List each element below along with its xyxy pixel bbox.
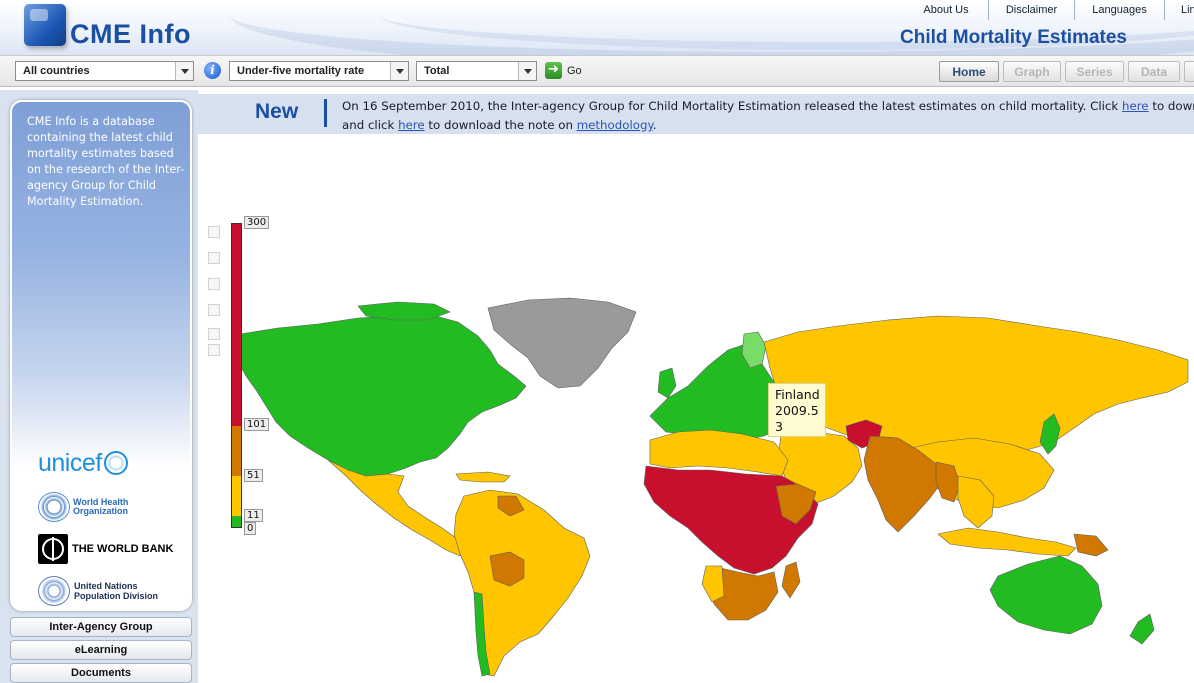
news-line2-text: and click xyxy=(342,118,399,132)
legend-high xyxy=(232,426,241,476)
country-caribbean[interactable] xyxy=(455,471,511,483)
area-select[interactable]: All countries xyxy=(15,61,194,81)
map-tool-icon[interactable] xyxy=(208,252,220,264)
info-icon[interactable]: i xyxy=(204,62,221,79)
header-banner: CME Info About Us Disclaimer Languages L… xyxy=(0,0,1194,55)
map-tool-icon[interactable] xyxy=(208,278,220,290)
tooltip-value-line-2: 3 xyxy=(775,419,783,434)
legend-label-high: 101 xyxy=(244,418,270,431)
about-us-link[interactable]: About Us xyxy=(904,0,988,20)
news-line2-mid: to download the note on xyxy=(424,118,577,132)
tab-overflow[interactable] xyxy=(1184,61,1194,82)
nav-inter-agency-group[interactable]: Inter-Agency Group xyxy=(10,617,192,637)
country-australia[interactable] xyxy=(989,555,1103,635)
sidebar-description: CME Info is a database containing the la… xyxy=(27,115,185,208)
news-line2-suffix: . xyxy=(652,118,657,132)
unicef-logo[interactable]: unicef xyxy=(38,448,128,478)
nav-documents[interactable]: Documents xyxy=(10,663,192,683)
tooltip-country: Finland xyxy=(775,387,820,402)
country-madagascar[interactable] xyxy=(781,561,801,599)
tab-series[interactable]: Series xyxy=(1065,61,1124,82)
country-namibia[interactable] xyxy=(701,565,725,603)
go-arrow-icon[interactable]: ➜ xyxy=(545,62,562,79)
world-bank-logo[interactable]: THE WORLD BANK xyxy=(38,534,173,564)
news-divider xyxy=(324,99,327,127)
country-north-america[interactable] xyxy=(235,313,527,477)
world-map[interactable] xyxy=(198,136,1194,683)
sex-select-value: Total xyxy=(424,65,450,77)
app-title: Child Mortality Estimates xyxy=(900,27,1127,48)
un-line-2: Population Division xyxy=(74,591,159,601)
area-select-value: All countries xyxy=(23,65,90,77)
un-wordmark: United Nations Population Division xyxy=(74,581,158,601)
logo-text[interactable]: CME Info xyxy=(70,19,191,50)
sex-select[interactable]: Total xyxy=(416,61,537,81)
cme-logo-icon[interactable] xyxy=(24,4,66,46)
un-emblem-icon xyxy=(38,576,70,606)
nav-elearning[interactable]: eLearning xyxy=(10,640,192,660)
legend-label-min: 0 xyxy=(244,522,257,535)
news-text: On 16 September 2010, the Inter-agency G… xyxy=(342,97,1194,135)
tab-home[interactable]: Home xyxy=(939,61,999,82)
un-population-logo[interactable]: United Nations Population Division xyxy=(38,576,158,606)
country-mexico-central-america[interactable] xyxy=(327,459,467,557)
unicef-wordmark: unicef xyxy=(38,448,102,477)
news-note-link[interactable]: here xyxy=(398,118,425,132)
legend-medium xyxy=(232,476,241,516)
news-download-link[interactable]: here xyxy=(1122,99,1149,113)
go-button[interactable]: Go xyxy=(567,65,582,77)
news-title: New xyxy=(255,100,299,123)
map-tool-icon[interactable] xyxy=(208,304,220,316)
who-line-2: Organization xyxy=(73,506,129,516)
country-tooltip: Finland 2009.5 3 xyxy=(768,383,826,437)
un-line-1: United Nations xyxy=(74,581,138,591)
legend-low xyxy=(232,516,241,527)
tooltip-value-line-1: 2009.5 xyxy=(775,403,819,418)
sidebar: CME Info is a database containing the la… xyxy=(0,90,198,683)
app-window: CME Info About Us Disclaimer Languages L… xyxy=(0,0,1194,683)
country-papua-new-guinea[interactable] xyxy=(1073,533,1109,557)
sidebar-panel: CME Info is a database containing the la… xyxy=(10,100,192,611)
country-new-zealand[interactable] xyxy=(1129,613,1155,645)
world-bank-emblem-icon xyxy=(38,534,68,564)
who-wordmark: World Health Organization xyxy=(73,498,128,516)
legend-label-medium: 51 xyxy=(244,469,263,482)
tab-graph[interactable]: Graph xyxy=(1003,61,1061,82)
map-tool-icon[interactable] xyxy=(208,226,220,238)
map-area[interactable]: 300 101 51 11 0 Finland 2009.5 3 xyxy=(198,136,1194,683)
map-tool-icon[interactable] xyxy=(208,328,220,340)
tab-data[interactable]: Data xyxy=(1128,61,1180,82)
indicator-select[interactable]: Under-five mortality rate xyxy=(229,61,409,81)
languages-link[interactable]: Languages xyxy=(1074,0,1164,20)
map-tool-icon[interactable] xyxy=(208,344,220,356)
who-logo[interactable]: World Health Organization xyxy=(38,492,128,522)
map-legend-bar xyxy=(231,223,242,528)
chevron-down-icon[interactable] xyxy=(390,62,408,80)
legend-very-high xyxy=(232,224,241,426)
news-bar: New On 16 September 2010, the Inter-agen… xyxy=(198,94,1194,134)
chevron-down-icon[interactable] xyxy=(518,62,536,80)
country-indonesia[interactable] xyxy=(937,527,1077,557)
news-line1-text: On 16 September 2010, the Inter-agency G… xyxy=(342,99,1122,113)
news-methodology-link[interactable]: methodology xyxy=(577,118,653,132)
chevron-down-icon[interactable] xyxy=(175,62,193,80)
links-link[interactable]: Lin xyxy=(1164,0,1194,20)
unicef-globe-icon xyxy=(103,451,128,475)
legend-label-max: 300 xyxy=(244,216,270,229)
disclaimer-link[interactable]: Disclaimer xyxy=(988,0,1074,20)
country-south-america[interactable] xyxy=(453,489,591,677)
legend-label-low: 11 xyxy=(244,509,263,522)
indicator-select-value: Under-five mortality rate xyxy=(237,65,365,77)
who-emblem-icon xyxy=(38,492,70,522)
world-bank-wordmark: THE WORLD BANK xyxy=(72,543,174,555)
news-line1-suffix: to download xyxy=(1152,99,1194,113)
top-links: About Us Disclaimer Languages Lin xyxy=(904,0,1194,20)
country-uk[interactable] xyxy=(657,367,677,399)
